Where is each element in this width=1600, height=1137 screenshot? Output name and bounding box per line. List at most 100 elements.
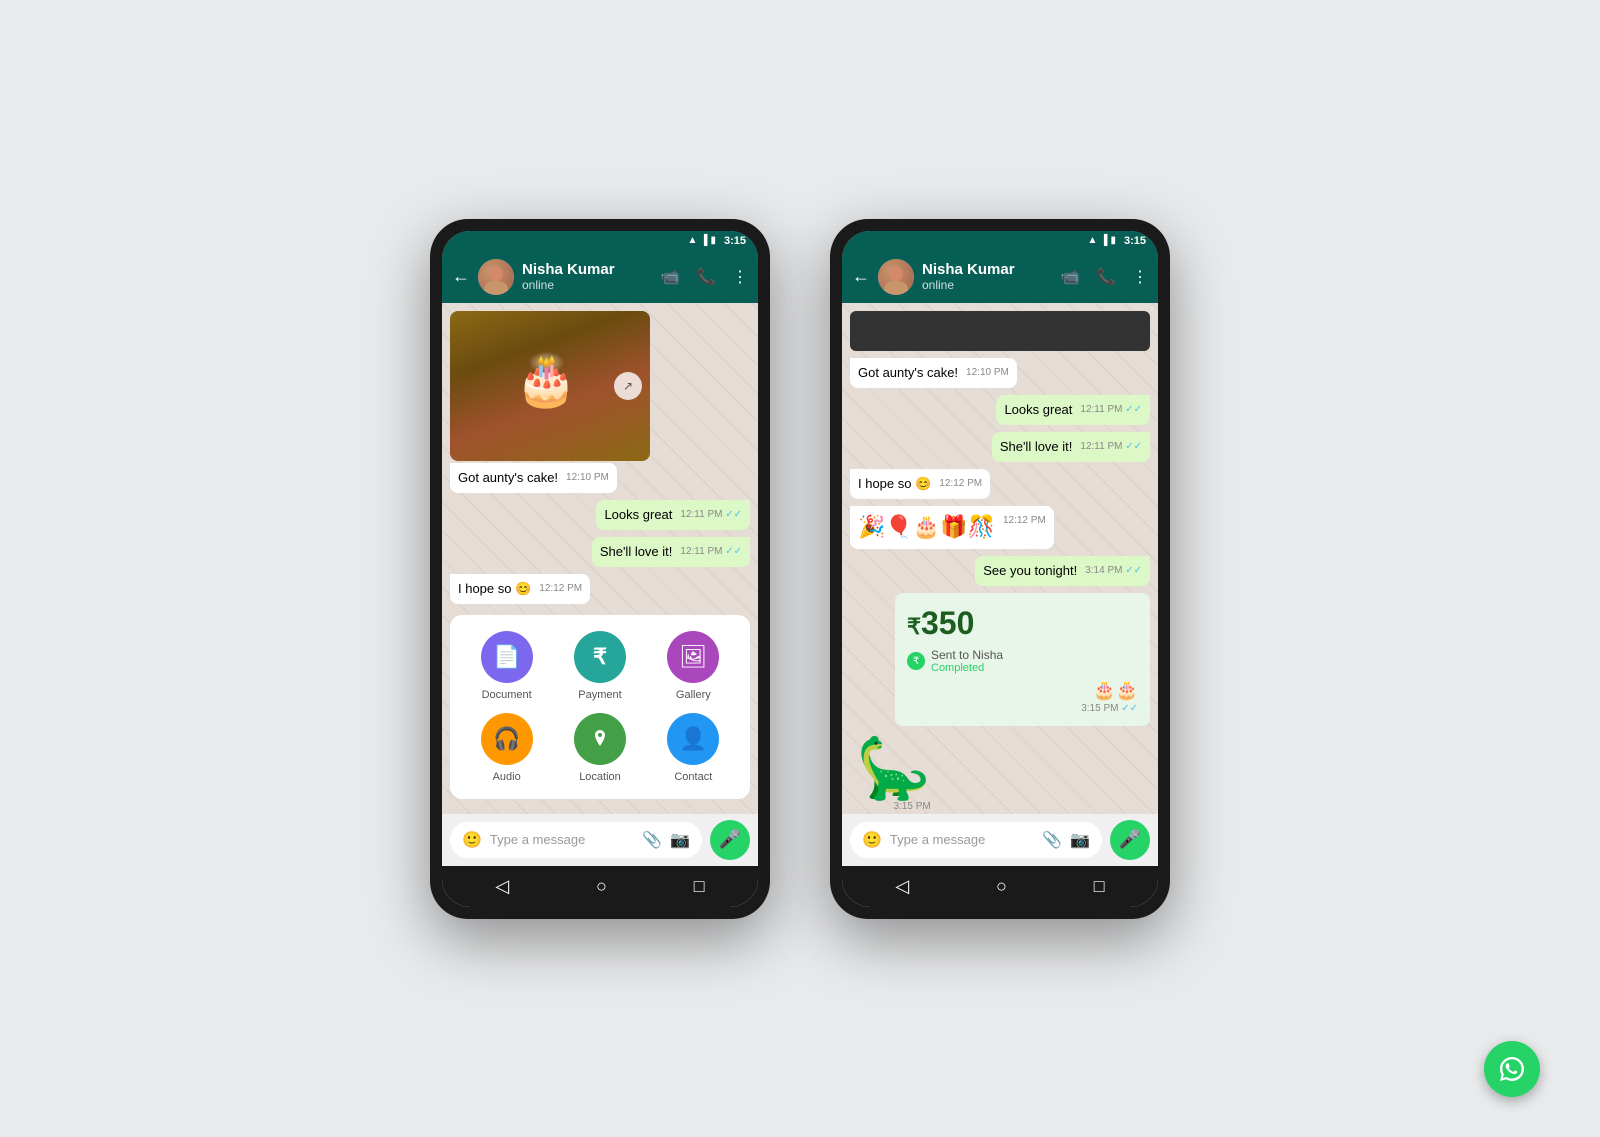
forward-button[interactable]: ↗ bbox=[614, 372, 642, 400]
gallery-icon-symbol: 🖼 bbox=[679, 644, 707, 670]
payment-label: Payment bbox=[578, 689, 621, 701]
messages-2: Got aunty's cake! 12:10 PM Looks great 1… bbox=[850, 311, 1150, 814]
phone-2: ▲ ▐ ▮ 3:15 ← Nisha Kumar online 📹 📞 bbox=[830, 219, 1170, 919]
signal-icon-2: ▐ bbox=[1100, 235, 1107, 246]
attachment-icon-2[interactable]: 📎 bbox=[1042, 830, 1062, 850]
payment-wrapper: ₹350 ₹ Sent to Nisha Completed 🎂🎂 bbox=[850, 593, 1150, 730]
attachment-payment[interactable]: ₹ Payment bbox=[559, 631, 640, 701]
shelllove-text: She'll love it! bbox=[600, 544, 673, 559]
cake-time2: 12:10 PM bbox=[966, 366, 1009, 380]
avatar-img-1 bbox=[478, 259, 514, 295]
nav-bar-2: ◁ ○ □ bbox=[842, 866, 1158, 907]
attachment-contact[interactable]: 👤 Contact bbox=[653, 713, 734, 783]
contact-status-2: online bbox=[922, 278, 1052, 292]
message-input-1[interactable]: 🙂 Type a message 📎 📷 bbox=[450, 822, 702, 858]
attachment-document[interactable]: 📄 Document bbox=[466, 631, 547, 701]
emoji-party-text: 🎉🎈🎂🎁🎊 bbox=[858, 514, 995, 539]
status-bar-1: ▲ ▐ ▮ 3:15 bbox=[442, 231, 758, 251]
more-options-icon-1[interactable]: ⋮ bbox=[732, 267, 748, 287]
payment-completed: Completed bbox=[931, 662, 1003, 674]
emoji-party-time: 12:12 PM bbox=[1003, 514, 1046, 528]
phone-call-icon-2[interactable]: 📞 bbox=[1096, 267, 1116, 287]
emoji-icon-2[interactable]: 🙂 bbox=[862, 830, 882, 850]
cake-text2: Got aunty's cake! bbox=[858, 365, 958, 380]
audio-icon-symbol: 🎧 bbox=[493, 726, 520, 752]
back-button-1[interactable]: ← bbox=[452, 266, 470, 287]
page-container: ▲ ▐ ▮ 3:15 ← Nisha Kumar online 📹 📞 bbox=[0, 0, 1600, 1137]
contact-label: Contact bbox=[674, 771, 712, 783]
gallery-label: Gallery bbox=[676, 689, 711, 701]
avatar-2[interactable] bbox=[878, 259, 914, 295]
looks-great2-message: Looks great 12:11 PM ✓✓ bbox=[996, 395, 1150, 425]
hopeso-message: I hope so 😊 12:12 PM bbox=[450, 574, 590, 604]
cake-image[interactable]: ↗ bbox=[450, 311, 650, 461]
shelllove2-time: 12:11 PM ✓✓ bbox=[1080, 440, 1142, 454]
payment-icon[interactable]: ₹ bbox=[574, 631, 626, 683]
back-nav-icon-2[interactable]: ◁ bbox=[895, 876, 909, 897]
payment-amount: ₹350 bbox=[907, 605, 1138, 642]
battery-icon-2: ▮ bbox=[1110, 235, 1116, 246]
home-nav-icon-1[interactable]: ○ bbox=[596, 876, 607, 897]
mic-button-1[interactable]: 🎤 bbox=[710, 820, 750, 860]
top-image-cropped bbox=[850, 311, 1150, 351]
camera-icon-1[interactable]: 📷 bbox=[670, 830, 690, 850]
attachment-audio[interactable]: 🎧 Audio bbox=[466, 713, 547, 783]
dino-sticker: 🦕 bbox=[856, 739, 931, 799]
shelllove2-wrapper: She'll love it! 12:11 PM ✓✓ bbox=[850, 432, 1150, 466]
recent-nav-icon-1[interactable]: □ bbox=[694, 876, 705, 897]
more-options-icon-2[interactable]: ⋮ bbox=[1132, 267, 1148, 287]
contact-icon[interactable]: 👤 bbox=[667, 713, 719, 765]
seeyou-wrapper: See you tonight! 3:14 PM ✓✓ bbox=[850, 556, 1150, 590]
looks-great2-time: 12:11 PM ✓✓ bbox=[1080, 403, 1142, 417]
audio-icon[interactable]: 🎧 bbox=[481, 713, 533, 765]
back-button-2[interactable]: ← bbox=[852, 266, 870, 287]
avatar-1[interactable] bbox=[478, 259, 514, 295]
status-time-2: 3:15 bbox=[1124, 235, 1146, 247]
seeyou-text: See you tonight! bbox=[983, 563, 1077, 578]
looks-great-message: Looks great 12:11 PM ✓✓ bbox=[596, 500, 750, 530]
chat-area-1: ↗ Got aunty's cake! 12:10 PM Looks great bbox=[442, 303, 758, 814]
attachment-grid: 📄 Document ₹ Payment bbox=[466, 631, 734, 783]
emoji-icon-1[interactable]: 🙂 bbox=[462, 830, 482, 850]
payment-icon-symbol: ₹ bbox=[593, 644, 607, 670]
payment-ticks: ✓✓ bbox=[1121, 703, 1138, 714]
phone-1: ▲ ▐ ▮ 3:15 ← Nisha Kumar online 📹 📞 bbox=[430, 219, 770, 919]
payment-status-icon: ₹ bbox=[907, 652, 925, 670]
whatsapp-logo-svg bbox=[1495, 1052, 1529, 1086]
avatar-img-2 bbox=[878, 259, 914, 295]
message-input-2[interactable]: 🙂 Type a message 📎 📷 bbox=[850, 822, 1102, 858]
video-call-icon-2[interactable]: 📹 bbox=[1060, 267, 1080, 287]
hopeso2-text: I hope so 😊 bbox=[858, 476, 931, 491]
image-message: ↗ Got aunty's cake! 12:10 PM bbox=[450, 311, 690, 497]
status-bar-2: ▲ ▐ ▮ 3:15 bbox=[842, 231, 1158, 251]
attachment-location[interactable]: Location bbox=[559, 713, 640, 783]
phone-call-icon-1[interactable]: 📞 bbox=[696, 267, 716, 287]
camera-icon-2[interactable]: 📷 bbox=[1070, 830, 1090, 850]
video-call-icon-1[interactable]: 📹 bbox=[660, 267, 680, 287]
seeyou-time: 3:14 PM ✓✓ bbox=[1085, 564, 1142, 578]
cake-time: 12:10 PM bbox=[566, 471, 609, 485]
payment-details: Sent to Nisha Completed bbox=[931, 648, 1003, 674]
input-bar-2: 🙂 Type a message 📎 📷 🎤 bbox=[842, 814, 1158, 866]
attachment-gallery[interactable]: 🖼 Gallery bbox=[653, 631, 734, 701]
home-nav-icon-2[interactable]: ○ bbox=[996, 876, 1007, 897]
shelllove-time: 12:11 PM ✓✓ bbox=[680, 545, 742, 559]
wa-header-1: ← Nisha Kumar online 📹 📞 ⋮ bbox=[442, 251, 758, 303]
payment-time: 3:15 PM ✓✓ bbox=[1081, 703, 1138, 714]
attachment-sheet: 📄 Document ₹ Payment bbox=[450, 615, 750, 799]
recent-nav-icon-2[interactable]: □ bbox=[1094, 876, 1105, 897]
attachment-icon-1[interactable]: 📎 bbox=[642, 830, 662, 850]
location-icon[interactable] bbox=[574, 713, 626, 765]
shelllove-ticks: ✓✓ bbox=[725, 546, 742, 557]
hopeso-time: 12:12 PM bbox=[539, 582, 582, 596]
mic-button-2[interactable]: 🎤 bbox=[1110, 820, 1150, 860]
seeyou-message: See you tonight! 3:14 PM ✓✓ bbox=[975, 556, 1150, 586]
sticker-time: 3:15 PM bbox=[893, 801, 930, 812]
wifi-icon: ▲ bbox=[687, 235, 697, 246]
contact-info-1: Nisha Kumar online bbox=[522, 261, 652, 292]
hopeso2-message: I hope so 😊 12:12 PM bbox=[850, 469, 990, 499]
gallery-icon[interactable]: 🖼 bbox=[667, 631, 719, 683]
back-nav-icon-1[interactable]: ◁ bbox=[495, 876, 509, 897]
battery-icon: ▮ bbox=[710, 235, 716, 246]
document-icon[interactable]: 📄 bbox=[481, 631, 533, 683]
